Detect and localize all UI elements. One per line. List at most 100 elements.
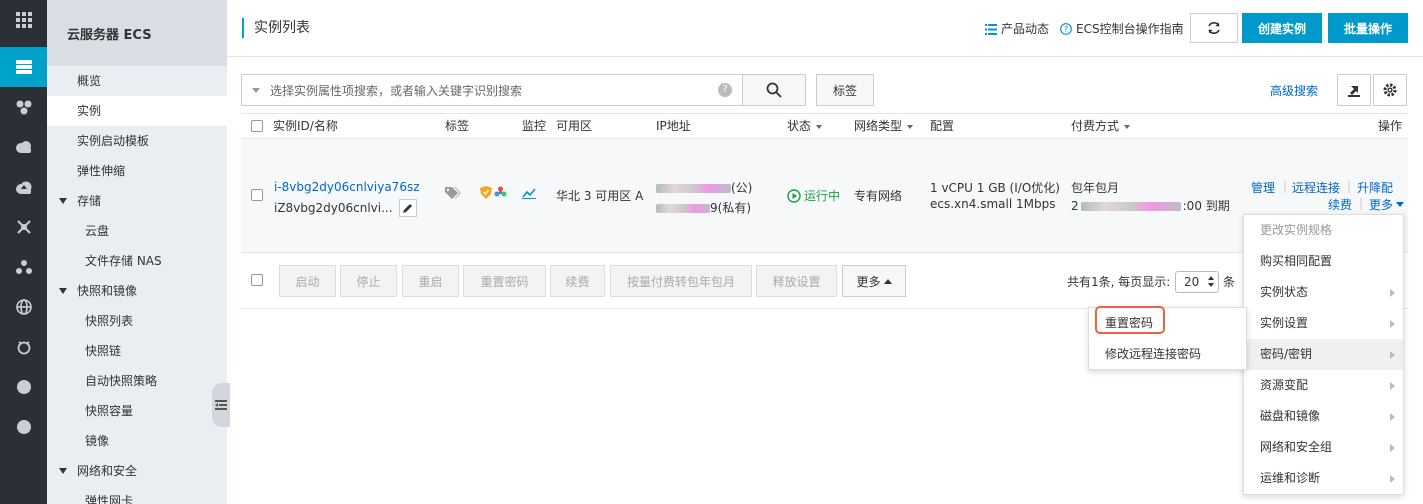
settings-button[interactable]: [1373, 74, 1407, 106]
sidebar-item-snapshot-chain[interactable]: 快照链: [47, 336, 227, 366]
cluster-icon[interactable]: [0, 87, 47, 127]
sidebar-item-snapshot-list[interactable]: 快照列表: [47, 306, 227, 336]
cloud-icon[interactable]: [0, 127, 47, 167]
console-guide-link[interactable]: ? ECS控制台操作指南: [1060, 20, 1184, 38]
advanced-search-link[interactable]: 高级搜索: [1270, 82, 1318, 99]
product-news-link[interactable]: 产品动态: [985, 20, 1049, 38]
column-header: 网络类型: [854, 119, 903, 133]
shield-icon[interactable]: [480, 186, 492, 199]
table-row: i-8vbg2dy06cnlviya76sz iZ8vbg2dy06cnlvi.…: [241, 139, 1408, 253]
menu-item-instance-status[interactable]: 实例状态: [1244, 277, 1403, 308]
page-size-select[interactable]: 20: [1175, 271, 1219, 293]
cloud-upload-icon[interactable]: [0, 167, 47, 207]
reset-password-button[interactable]: 重置密码: [463, 265, 546, 297]
circle-icon[interactable]: [0, 367, 47, 407]
column-header: 标签: [445, 119, 470, 133]
search-dropdown-icon[interactable]: [242, 87, 270, 93]
menu-item-password-key[interactable]: 密码/密钥: [1244, 339, 1403, 370]
sidebar-item-cloud-disks[interactable]: 云盘: [47, 216, 227, 246]
convert-billing-button[interactable]: 按量付费转包年包月: [610, 265, 752, 297]
restart-button[interactable]: 重启: [402, 265, 459, 297]
stop-button[interactable]: 停止: [340, 265, 397, 297]
sidebar-item-auto-scaling[interactable]: 弹性伸缩: [47, 156, 227, 186]
menu-item-resource-change[interactable]: 资源变配: [1244, 370, 1403, 401]
sidebar-item-instances[interactable]: 实例: [47, 96, 227, 126]
server-icon[interactable]: [0, 47, 47, 87]
sidebar-item-launch-templates[interactable]: 实例启动模板: [47, 126, 227, 156]
status-column-header[interactable]: 状态: [787, 114, 823, 139]
topology-icon[interactable]: [0, 247, 47, 287]
circle-icon[interactable]: [0, 407, 47, 447]
start-button[interactable]: 启动: [279, 265, 336, 297]
row-checkbox[interactable]: [251, 189, 263, 204]
network-column-header[interactable]: 网络类型: [854, 114, 914, 139]
sidebar-collapse-handle[interactable]: [212, 383, 230, 427]
svg-text:?: ?: [1064, 25, 1068, 34]
submenu-item-change-remote-password[interactable]: 修改远程连接密码: [1089, 339, 1246, 370]
icon-rail: [0, 0, 47, 504]
export-button[interactable]: [1337, 74, 1371, 106]
instance-id-link[interactable]: i-8vbg2dy06cnlviya76sz: [274, 180, 420, 194]
sidebar-item-images[interactable]: 镜像: [47, 426, 227, 456]
pencil-icon: [402, 204, 412, 213]
caret-down-icon: [59, 287, 67, 294]
status-text: 运行中: [804, 189, 841, 203]
menu-item-disk-image[interactable]: 磁盘和镜像: [1244, 401, 1403, 432]
search-button[interactable]: [742, 74, 806, 106]
sidebar-item-eni[interactable]: 弹性网卡: [47, 486, 227, 504]
renew-button[interactable]: 续费: [550, 265, 605, 297]
search-placeholder: 选择实例属性项搜索，或者输入关键字识别搜索: [270, 83, 523, 98]
menu-item-instance-settings[interactable]: 实例设置: [1244, 308, 1403, 339]
config-type-bandwidth: ecs.xn4.small 1Mbps: [930, 197, 1056, 211]
edit-name-button[interactable]: [398, 199, 417, 217]
release-settings-button[interactable]: 释放设置: [756, 265, 837, 297]
aegis-icon[interactable]: [494, 186, 507, 199]
sidebar-group-storage[interactable]: 存储: [47, 186, 227, 216]
table-header: 实例ID/名称 标签 监控 可用区 IP地址 状态 网络类型 配置 付费方式 操…: [241, 113, 1408, 139]
more-actions-menu: 更改实例规格 购买相同配置 实例状态 实例设置 密码/密钥 资源变配 磁盘和镜像…: [1243, 214, 1404, 495]
footer-more-button[interactable]: 更多: [842, 265, 906, 297]
menu-item-change-spec[interactable]: 更改实例规格: [1244, 215, 1403, 246]
billing-column-header[interactable]: 付费方式: [1071, 114, 1131, 139]
sidebar-item-nas[interactable]: 文件存储 NAS: [47, 246, 227, 276]
menu-item-label: 网络和安全组: [1260, 440, 1333, 454]
security-badges: [480, 186, 507, 199]
menu-item-ops-diagnostics[interactable]: 运维和诊断: [1244, 463, 1403, 494]
sidebar-group-network-security[interactable]: 网络和安全: [47, 456, 227, 486]
batch-operations-button[interactable]: 批量操作: [1328, 13, 1408, 43]
sidebar-group-snapshots-images[interactable]: 快照和镜像: [47, 276, 227, 306]
tag-icon[interactable]: [445, 187, 461, 202]
column-header: 状态: [787, 119, 812, 133]
caret-up-icon: [883, 278, 892, 284]
sidebar-item-snapshot-capacity[interactable]: 快照容量: [47, 396, 227, 426]
renew-link[interactable]: 续费: [1328, 196, 1352, 213]
product-news-label: 产品动态: [1001, 22, 1050, 36]
upgrade-downgrade-link[interactable]: 升降配: [1357, 179, 1393, 196]
footer-select-all-checkbox[interactable]: [251, 274, 263, 289]
network-icon[interactable]: [0, 207, 47, 247]
column-header: IP地址: [656, 119, 691, 133]
search-input[interactable]: 选择实例属性项搜索，或者输入关键字识别搜索 ?: [241, 74, 743, 106]
manage-link[interactable]: 管理: [1251, 179, 1275, 196]
tag-filter-button[interactable]: 标签: [816, 74, 874, 106]
monitor-chart-icon[interactable]: [522, 187, 536, 202]
chevron-right-icon: [1390, 289, 1395, 297]
sidebar-item-auto-snapshot-policy[interactable]: 自动快照策略: [47, 366, 227, 396]
redacted-ip: [656, 184, 731, 193]
select-all-checkbox[interactable]: [251, 120, 263, 132]
column-header: 配置: [930, 119, 955, 133]
globe-icon[interactable]: [0, 287, 47, 327]
cdn-icon[interactable]: [0, 327, 47, 367]
apps-icon[interactable]: [0, 0, 47, 40]
menu-item-network-security-group[interactable]: 网络和安全组: [1244, 432, 1403, 463]
remote-connect-link[interactable]: 远程连接: [1292, 179, 1340, 196]
sidebar-item-overview[interactable]: 概览: [47, 66, 227, 96]
menu-item-buy-same-config[interactable]: 购买相同配置: [1244, 246, 1403, 277]
focus-highlight: [1095, 306, 1165, 334]
create-instance-button[interactable]: 创建实例: [1242, 13, 1322, 43]
help-icon[interactable]: ?: [718, 83, 732, 97]
sidebar-group-label: 网络和安全: [77, 464, 138, 478]
more-actions-link[interactable]: 更多: [1369, 196, 1405, 213]
refresh-button[interactable]: [1190, 13, 1238, 43]
chevron-right-icon: [1390, 320, 1395, 328]
